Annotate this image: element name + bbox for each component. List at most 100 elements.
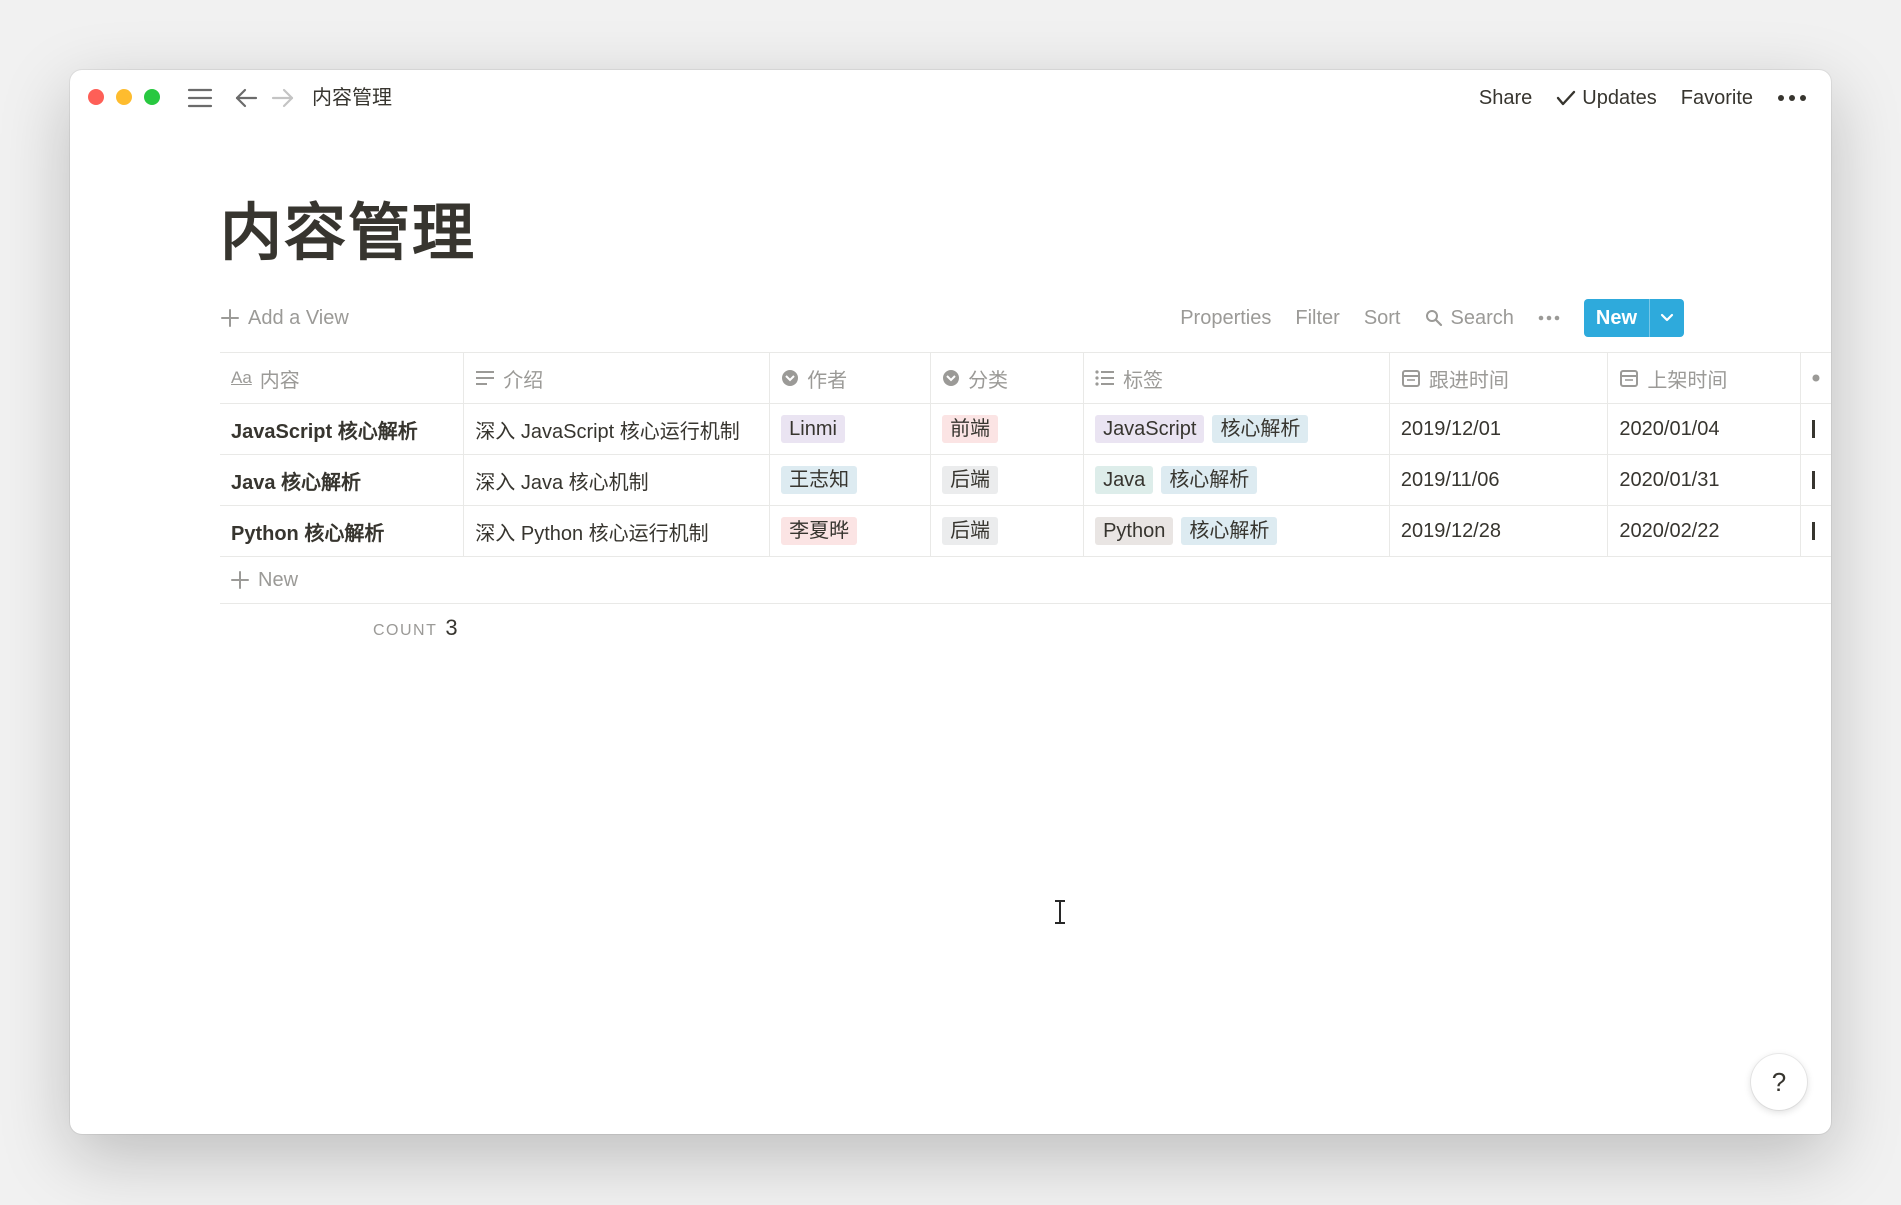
text-cursor-icon (1053, 899, 1067, 930)
column-header-label: 内容 (259, 369, 300, 392)
add-row-button[interactable]: New (220, 557, 1831, 604)
view-toolbar: Properties Filter Sort Search New (1156, 298, 1684, 338)
view-more-icon[interactable] (1538, 315, 1560, 321)
table-row[interactable]: Java 核心解析 深入 Java 核心机制 王志知 后端 Java 核心解析 … (220, 455, 1831, 506)
tag-chip: 核心解析 (1181, 517, 1278, 545)
tag-chip: Python (1095, 517, 1174, 545)
search-label: Search (1450, 306, 1514, 329)
checkmark-icon (1557, 90, 1576, 106)
column-header-label: 上架时间 (1647, 369, 1728, 392)
database-table: Aa 内容 介绍 作者 分类 标签 跟进时间 上架时间 JavaScript 核… (220, 352, 1831, 604)
row-intro[interactable]: 深入 Python 核心运行机制 (464, 506, 771, 556)
sidebar-menu-icon[interactable] (186, 84, 214, 112)
updates-button[interactable]: Updates (1556, 87, 1657, 110)
sort-button[interactable]: Sort (1364, 307, 1401, 330)
table-row[interactable]: JavaScript 核心解析 深入 JavaScript 核心运行机制 Lin… (220, 404, 1831, 455)
tag-chip: Java (1095, 466, 1154, 494)
column-header-label: 介绍 (503, 369, 544, 392)
row-author-cell[interactable]: 王志知 (770, 455, 932, 505)
new-button[interactable]: New (1584, 299, 1649, 337)
truncated-text (1812, 522, 1816, 540)
lines-icon (476, 371, 495, 385)
row-publish-date[interactable]: 2020/02/22 (1608, 506, 1802, 556)
row-publish-date[interactable]: 2020/01/31 (1608, 455, 1802, 505)
column-header-category[interactable]: 分类 (931, 353, 1085, 403)
table-row[interactable]: Python 核心解析 深入 Python 核心运行机制 李夏晔 后端 Pyth… (220, 506, 1831, 557)
filter-button[interactable]: Filter (1295, 307, 1339, 330)
row-tags-cell[interactable]: JavaScript 核心解析 (1084, 404, 1390, 454)
category-tag: 后端 (942, 466, 999, 494)
row-intro[interactable]: 深入 Java 核心机制 (464, 455, 771, 505)
tag-chip: 核心解析 (1212, 415, 1309, 443)
truncated-text (1812, 420, 1816, 438)
column-header-author[interactable]: 作者 (770, 353, 932, 403)
more-options-icon[interactable] (1777, 94, 1807, 102)
row-title[interactable]: JavaScript 核心解析 (220, 404, 465, 454)
row-category-cell[interactable]: 后端 (931, 455, 1085, 505)
row-category-cell[interactable]: 后端 (931, 506, 1085, 556)
row-author-cell[interactable]: 李夏晔 (770, 506, 932, 556)
row-tags-cell[interactable]: Python 核心解析 (1084, 506, 1390, 556)
chevron-down-icon[interactable] (1649, 299, 1684, 337)
view-bar: Add a View Properties Filter Sort Search… (220, 298, 1831, 338)
favorite-label: Favorite (1680, 86, 1753, 109)
column-header-label: 跟进时间 (1428, 369, 1509, 392)
row-overflow-cell[interactable] (1801, 455, 1831, 505)
count-label: COUNT (373, 622, 438, 639)
row-follow-date[interactable]: 2019/11/06 (1390, 455, 1609, 505)
row-publish-date[interactable]: 2020/01/04 (1608, 404, 1802, 454)
row-title[interactable]: Python 核心解析 (220, 506, 465, 556)
category-tag: 后端 (942, 517, 999, 545)
column-header-overflow[interactable] (1801, 353, 1831, 403)
add-view-button[interactable]: Add a View (220, 302, 349, 334)
column-header-tags[interactable]: 标签 (1084, 353, 1390, 403)
minimize-window-button[interactable] (116, 89, 132, 105)
updates-label: Updates (1582, 86, 1657, 109)
plus-icon (231, 571, 249, 589)
text-icon: Aa (231, 368, 252, 387)
count-summary[interactable]: COUNT 3 (373, 615, 458, 641)
column-header-follow-date[interactable]: 跟进时间 (1390, 353, 1609, 403)
row-overflow-cell[interactable] (1801, 404, 1831, 454)
help-button[interactable]: ? (1751, 1054, 1807, 1110)
close-window-button[interactable] (88, 89, 104, 105)
row-tags-cell[interactable]: Java 核心解析 (1084, 455, 1390, 505)
add-row-label: New (258, 568, 299, 591)
tag-chip: JavaScript (1095, 415, 1205, 443)
calendar-icon (1401, 370, 1420, 387)
titlebar-actions: Share Updates Favorite (1479, 82, 1807, 114)
select-icon (782, 370, 799, 386)
app-window: 内容管理 Share Updates Favorite 内容管理 Add a V… (70, 70, 1831, 1134)
author-tag: 王志知 (781, 466, 858, 494)
page-title[interactable]: 内容管理 (220, 182, 476, 272)
row-title[interactable]: Java 核心解析 (220, 455, 465, 505)
column-header-publish-date[interactable]: 上架时间 (1608, 353, 1802, 403)
column-header-intro[interactable]: 介绍 (464, 353, 771, 403)
share-button[interactable]: Share (1479, 87, 1532, 110)
column-header-label: 标签 (1123, 369, 1164, 392)
select-icon (1812, 374, 1820, 382)
properties-button[interactable]: Properties (1180, 307, 1271, 330)
list-icon (1095, 370, 1115, 386)
row-category-cell[interactable]: 前端 (931, 404, 1085, 454)
row-follow-date[interactable]: 2019/12/01 (1390, 404, 1609, 454)
breadcrumb[interactable]: 内容管理 (312, 84, 392, 112)
select-icon (943, 370, 960, 386)
row-follow-date[interactable]: 2019/12/28 (1390, 506, 1609, 556)
category-tag: 前端 (942, 415, 999, 443)
row-intro[interactable]: 深入 JavaScript 核心运行机制 (464, 404, 771, 454)
search-button[interactable]: Search (1425, 307, 1514, 330)
row-overflow-cell[interactable] (1801, 506, 1831, 556)
favorite-button[interactable]: Favorite (1681, 87, 1753, 110)
share-label: Share (1478, 86, 1533, 109)
maximize-window-button[interactable] (144, 89, 160, 105)
add-view-label: Add a View (248, 306, 349, 329)
forward-arrow-icon[interactable] (270, 84, 296, 112)
back-arrow-icon[interactable] (233, 84, 259, 112)
row-author-cell[interactable]: Linmi (770, 404, 932, 454)
column-header-label: 分类 (968, 369, 1009, 392)
plus-icon (221, 309, 239, 327)
title-bar: 内容管理 Share Updates Favorite (70, 70, 1831, 126)
author-tag: 李夏晔 (781, 517, 858, 545)
column-header-content[interactable]: Aa 内容 (220, 353, 465, 403)
